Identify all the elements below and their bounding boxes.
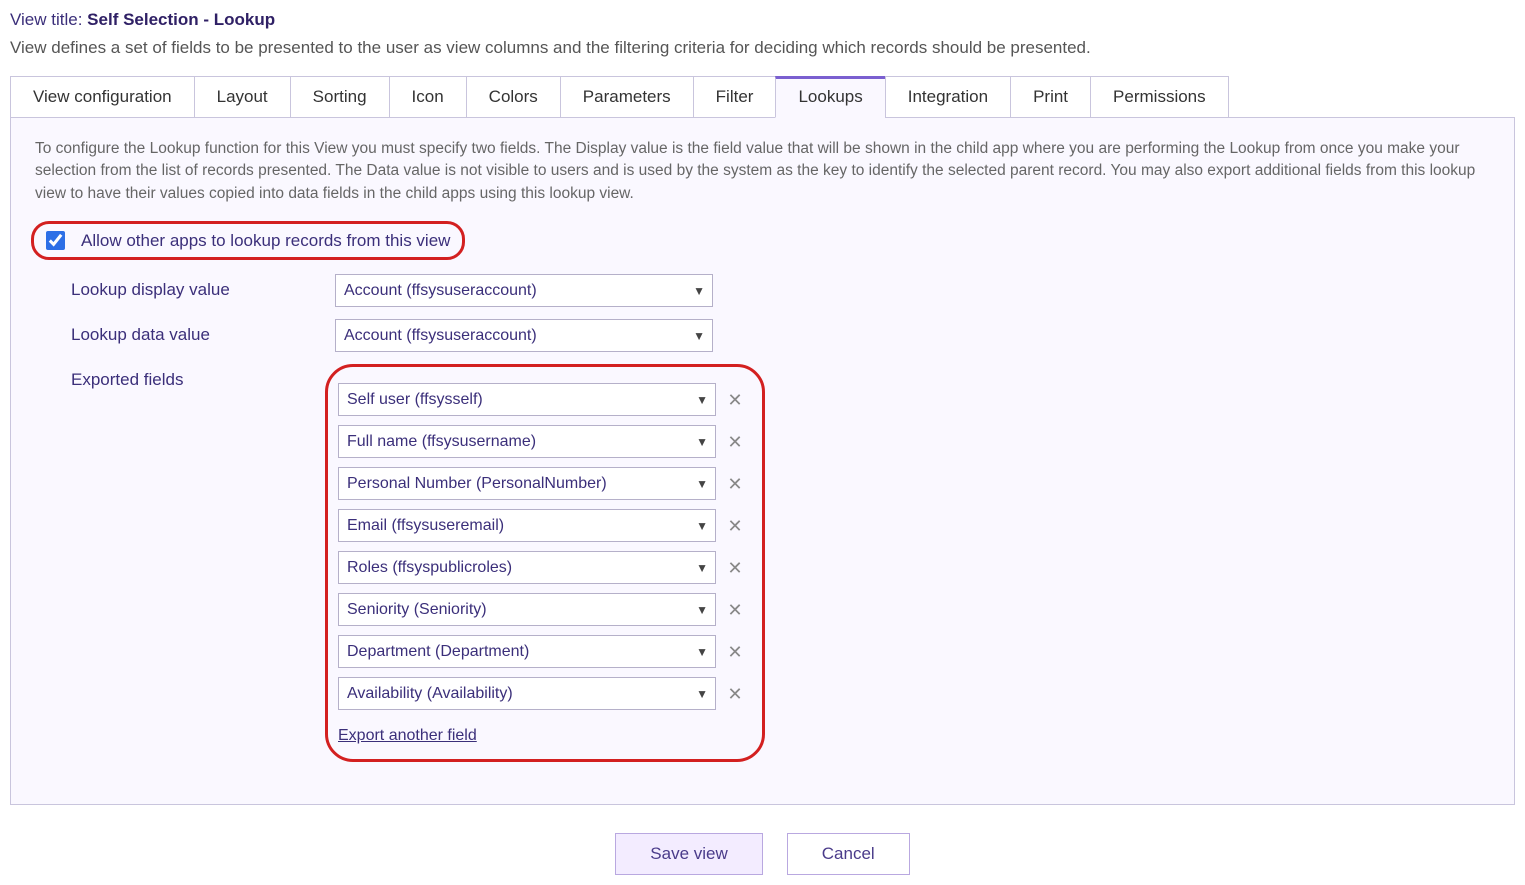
- exported-field-row: Department (Department)▼ ✕: [338, 635, 744, 668]
- cancel-button[interactable]: Cancel: [787, 833, 910, 875]
- tab-view-configuration[interactable]: View configuration: [10, 76, 194, 118]
- tab-sorting[interactable]: Sorting: [290, 76, 389, 118]
- exported-field-select[interactable]: Email (ffsysuseremail): [338, 509, 716, 542]
- exported-field-select-wrap: Email (ffsysuseremail)▼: [338, 509, 716, 542]
- exported-field-row: Email (ffsysuseremail)▼ ✕: [338, 509, 744, 542]
- exported-field-row: Roles (ffsyspublicroles)▼ ✕: [338, 551, 744, 584]
- exported-field-select-wrap: Full name (ffsysusername)▼: [338, 425, 716, 458]
- data-value-select-wrap: Account (ffsysuseraccount) ▼: [335, 319, 713, 352]
- remove-field-icon[interactable]: ✕: [726, 643, 744, 661]
- remove-field-icon[interactable]: ✕: [726, 391, 744, 409]
- exported-field-select[interactable]: Roles (ffsyspublicroles): [338, 551, 716, 584]
- exported-field-select-wrap: Self user (ffsysself)▼: [338, 383, 716, 416]
- lookup-form: Lookup display value Account (ffsysusera…: [71, 274, 1490, 762]
- tab-filter[interactable]: Filter: [693, 76, 776, 118]
- data-value-select[interactable]: Account (ffsysuseraccount): [335, 319, 713, 352]
- exported-field-select[interactable]: Personal Number (PersonalNumber): [338, 467, 716, 500]
- exported-field-select-wrap: Seniority (Seniority)▼: [338, 593, 716, 626]
- exported-field-select-wrap: Department (Department)▼: [338, 635, 716, 668]
- display-value-select-wrap: Account (ffsysuseraccount) ▼: [335, 274, 713, 307]
- data-value-row: Lookup data value Account (ffsysuseracco…: [71, 319, 1490, 352]
- button-bar: Save view Cancel: [10, 833, 1515, 875]
- remove-field-icon[interactable]: ✕: [726, 601, 744, 619]
- tab-integration[interactable]: Integration: [885, 76, 1010, 118]
- lookup-help-text: To configure the Lookup function for thi…: [35, 138, 1490, 205]
- tab-permissions[interactable]: Permissions: [1090, 76, 1229, 118]
- display-value-select[interactable]: Account (ffsysuseraccount): [335, 274, 713, 307]
- exported-fields-list: Self user (ffsysself)▼✕Full name (ffsysu…: [338, 383, 744, 710]
- exported-field-row: Personal Number (PersonalNumber)▼ ✕: [338, 467, 744, 500]
- exported-fields-row: Exported fields Self user (ffsysself)▼✕F…: [71, 364, 1490, 762]
- exported-field-select[interactable]: Availability (Availability): [338, 677, 716, 710]
- allow-lookup-label: Allow other apps to lookup records from …: [81, 231, 450, 251]
- exported-field-select-wrap: Roles (ffsyspublicroles)▼: [338, 551, 716, 584]
- exported-field-select[interactable]: Seniority (Seniority): [338, 593, 716, 626]
- lookup-panel: To configure the Lookup function for thi…: [10, 117, 1515, 805]
- remove-field-icon[interactable]: ✕: [726, 685, 744, 703]
- exported-field-row: Seniority (Seniority)▼ ✕: [338, 593, 744, 626]
- exported-field-select[interactable]: Department (Department): [338, 635, 716, 668]
- tab-print[interactable]: Print: [1010, 76, 1090, 118]
- exported-field-row: Full name (ffsysusername)▼ ✕: [338, 425, 744, 458]
- exported-fields-label: Exported fields: [71, 364, 335, 390]
- display-value-row: Lookup display value Account (ffsysusera…: [71, 274, 1490, 307]
- view-description: View defines a set of fields to be prese…: [10, 38, 1515, 58]
- allow-lookup-highlight: Allow other apps to lookup records from …: [31, 221, 465, 260]
- data-value-label: Lookup data value: [71, 319, 335, 345]
- view-title-prefix: View title:: [10, 10, 87, 29]
- display-value-label: Lookup display value: [71, 274, 335, 300]
- save-button[interactable]: Save view: [615, 833, 762, 875]
- exported-field-select-wrap: Personal Number (PersonalNumber)▼: [338, 467, 716, 500]
- remove-field-icon[interactable]: ✕: [726, 517, 744, 535]
- tab-icon[interactable]: Icon: [389, 76, 466, 118]
- tab-lookups[interactable]: Lookups: [775, 76, 884, 118]
- exported-field-row: Availability (Availability)▼ ✕: [338, 677, 744, 710]
- tabs-bar: View configurationLayoutSortingIconColor…: [10, 76, 1515, 118]
- tab-colors[interactable]: Colors: [466, 76, 560, 118]
- tab-layout[interactable]: Layout: [194, 76, 290, 118]
- exported-field-select[interactable]: Self user (ffsysself): [338, 383, 716, 416]
- remove-field-icon[interactable]: ✕: [726, 559, 744, 577]
- exported-fields-highlight: Self user (ffsysself)▼✕Full name (ffsysu…: [325, 364, 765, 762]
- view-title-value: Self Selection - Lookup: [87, 10, 275, 29]
- exported-field-row: Self user (ffsysself)▼ ✕: [338, 383, 744, 416]
- allow-lookup-checkbox[interactable]: [46, 231, 65, 250]
- remove-field-icon[interactable]: ✕: [726, 475, 744, 493]
- export-another-link[interactable]: Export another field: [338, 727, 477, 745]
- tab-parameters[interactable]: Parameters: [560, 76, 693, 118]
- exported-field-select-wrap: Availability (Availability)▼: [338, 677, 716, 710]
- remove-field-icon[interactable]: ✕: [726, 433, 744, 451]
- exported-field-select[interactable]: Full name (ffsysusername): [338, 425, 716, 458]
- view-title-line: View title: Self Selection - Lookup: [10, 10, 1515, 30]
